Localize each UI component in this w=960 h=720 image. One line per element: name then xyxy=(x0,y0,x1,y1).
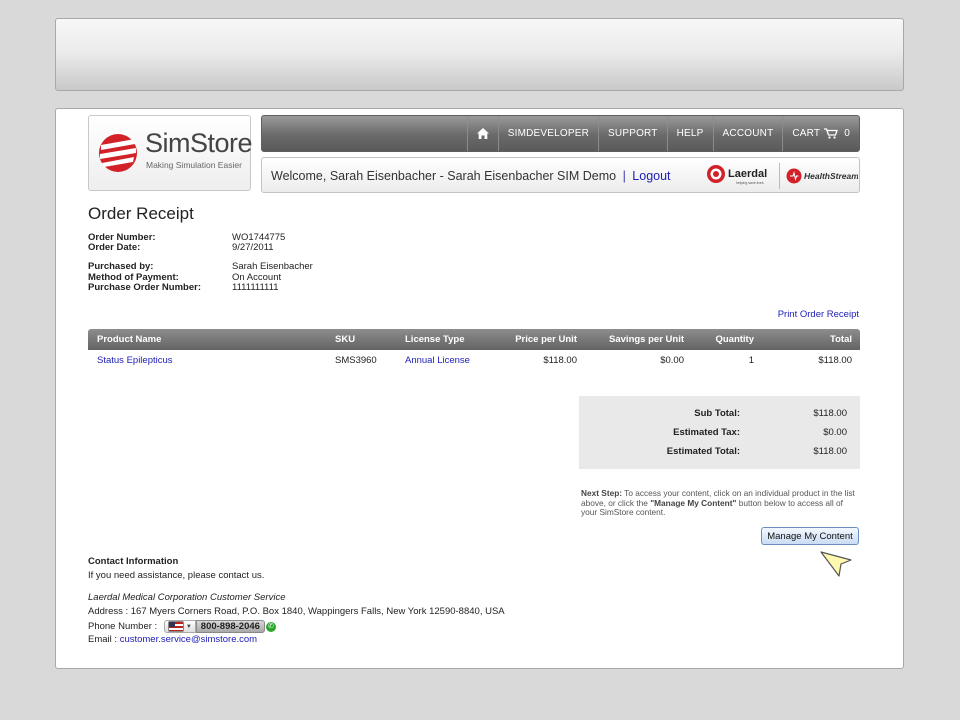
chevron-down-icon: ▼ xyxy=(185,623,192,630)
license-link[interactable]: Annual License xyxy=(405,355,470,366)
total-value: $118.00 xyxy=(813,446,847,457)
phone-number: 800-898-2046 xyxy=(195,620,265,633)
col-license-type: License Type xyxy=(405,334,465,345)
top-nav: SIMDEVELOPER SUPPORT HELP ACCOUNT CART 0 xyxy=(261,115,860,152)
col-quantity: Quantity xyxy=(715,334,754,345)
contact-company: Laerdal Medical Corporation Customer Ser… xyxy=(88,592,286,603)
nav-help[interactable]: HELP xyxy=(666,116,713,151)
order-date-row: Order Date: 9/27/2011 xyxy=(88,242,274,254)
tax-value: $0.00 xyxy=(823,427,847,438)
cart-count: 0 xyxy=(844,128,850,139)
nav-simdeveloper[interactable]: SIMDEVELOPER xyxy=(497,116,598,151)
col-savings-per-unit: Savings per Unit xyxy=(609,334,684,345)
welcome-separator: | xyxy=(622,169,626,183)
col-sku: SKU xyxy=(335,334,356,345)
laerdal-tagline: helping save lives xyxy=(736,181,764,185)
order-totals: Sub Total: $118.00 Estimated Tax: $0.00 … xyxy=(579,396,860,469)
phone-badge[interactable]: ▼ 800-898-2046 ✆ xyxy=(163,620,276,633)
top-banner xyxy=(55,18,904,91)
partner-divider xyxy=(779,163,780,189)
call-icon[interactable]: ✆ xyxy=(265,621,276,632)
po-number-row: Purchase Order Number: 1111111111 xyxy=(88,282,279,294)
contact-intro: If you need assistance, please contact u… xyxy=(88,570,265,581)
order-date-value: 9/27/2011 xyxy=(232,242,274,253)
col-total: Total xyxy=(830,334,852,345)
po-number-value: 1111111111 xyxy=(232,282,279,293)
home-icon xyxy=(476,128,489,139)
cart-icon xyxy=(824,128,839,139)
simstore-logo-icon xyxy=(99,134,137,172)
main-panel: SimStore Making Simulation Easier SIMDEV… xyxy=(55,108,904,669)
manage-my-content-button[interactable]: Manage My Content xyxy=(761,527,859,545)
tax-row: Estimated Tax: $0.00 xyxy=(579,427,860,441)
total-row: Estimated Total: $118.00 xyxy=(579,446,860,460)
cart-label: CART xyxy=(792,128,821,139)
next-step-note: Next Step: To access your content, click… xyxy=(581,488,861,518)
page-title: Order Receipt xyxy=(88,204,194,223)
product-link[interactable]: Status Epilepticus xyxy=(97,355,173,366)
subtotal-label: Sub Total: xyxy=(694,408,740,419)
laerdal-wordmark: Laerdal xyxy=(728,168,767,180)
print-order-receipt-link[interactable]: Print Order Receipt xyxy=(778,309,859,320)
logo-name: SimStore xyxy=(145,128,253,158)
nav-cart[interactable]: CART 0 xyxy=(782,116,859,151)
subtotal-value: $118.00 xyxy=(813,408,847,419)
contact-address: Address : 167 Myers Corners Road, P.O. B… xyxy=(88,606,505,617)
welcome-text: Welcome, Sarah Eisenbacher - Sarah Eisen… xyxy=(271,169,617,183)
table-header: Product Name SKU License Type Price per … xyxy=(88,329,860,350)
nav-account[interactable]: ACCOUNT xyxy=(712,116,783,151)
subtotal-row: Sub Total: $118.00 xyxy=(579,408,860,422)
col-product-name: Product Name xyxy=(97,334,162,345)
row-savings: $0.00 xyxy=(660,355,684,366)
row-price: $118.00 xyxy=(543,355,577,366)
purchased-by-row: Purchased by: Sarah Eisenbacher xyxy=(88,261,313,273)
next-step-highlight: "Manage My Content" xyxy=(650,497,737,508)
row-sku: SMS3960 xyxy=(335,355,377,366)
simstore-logo[interactable]: SimStore Making Simulation Easier xyxy=(88,115,253,191)
welcome-message: Welcome, Sarah Eisenbacher - Sarah Eisen… xyxy=(271,169,671,183)
contact-email-row: Email : customer.service@simstore.com xyxy=(88,634,257,645)
col-price-per-unit: Price per Unit xyxy=(515,334,577,345)
row-quantity: 1 xyxy=(748,355,754,366)
laerdal-logo[interactable]: Laerdal helping save lives xyxy=(706,163,774,188)
purchased-by-value: Sarah Eisenbacher xyxy=(232,261,313,272)
banner-graphic xyxy=(576,31,776,81)
order-items-table: Product Name SKU License Type Price per … xyxy=(88,329,860,372)
callout-arrow-icon xyxy=(820,551,852,577)
welcome-bar: Welcome, Sarah Eisenbacher - Sarah Eisen… xyxy=(261,157,860,193)
total-label: Estimated Total: xyxy=(666,446,740,457)
table-row: Status Epilepticus SMS3960 Annual Licens… xyxy=(88,350,860,372)
healthstream-logo[interactable]: HealthStream xyxy=(786,167,858,185)
logo-tagline: Making Simulation Easier xyxy=(146,160,242,170)
email-label: Email : xyxy=(88,634,118,645)
nav-support[interactable]: SUPPORT xyxy=(598,116,667,151)
email-link[interactable]: customer.service@simstore.com xyxy=(120,634,257,645)
po-number-label: Purchase Order Number: xyxy=(88,282,201,293)
contact-phone-row: Phone Number : ▼ 800-898-2046 ✆ xyxy=(88,620,276,633)
next-step-label: Next Step: xyxy=(581,488,623,498)
us-flag-icon xyxy=(167,621,184,632)
logout-link[interactable]: Logout xyxy=(632,169,670,183)
row-total: $118.00 xyxy=(818,355,852,366)
phone-label: Phone Number : xyxy=(88,621,158,633)
nav-home[interactable] xyxy=(466,116,498,151)
country-selector[interactable]: ▼ xyxy=(163,620,196,633)
healthstream-wordmark: HealthStream xyxy=(804,171,858,181)
tax-label: Estimated Tax: xyxy=(673,427,740,438)
order-date-label: Order Date: xyxy=(88,242,141,253)
purchased-by-label: Purchased by: xyxy=(88,261,154,272)
contact-title: Contact Information xyxy=(88,556,179,567)
